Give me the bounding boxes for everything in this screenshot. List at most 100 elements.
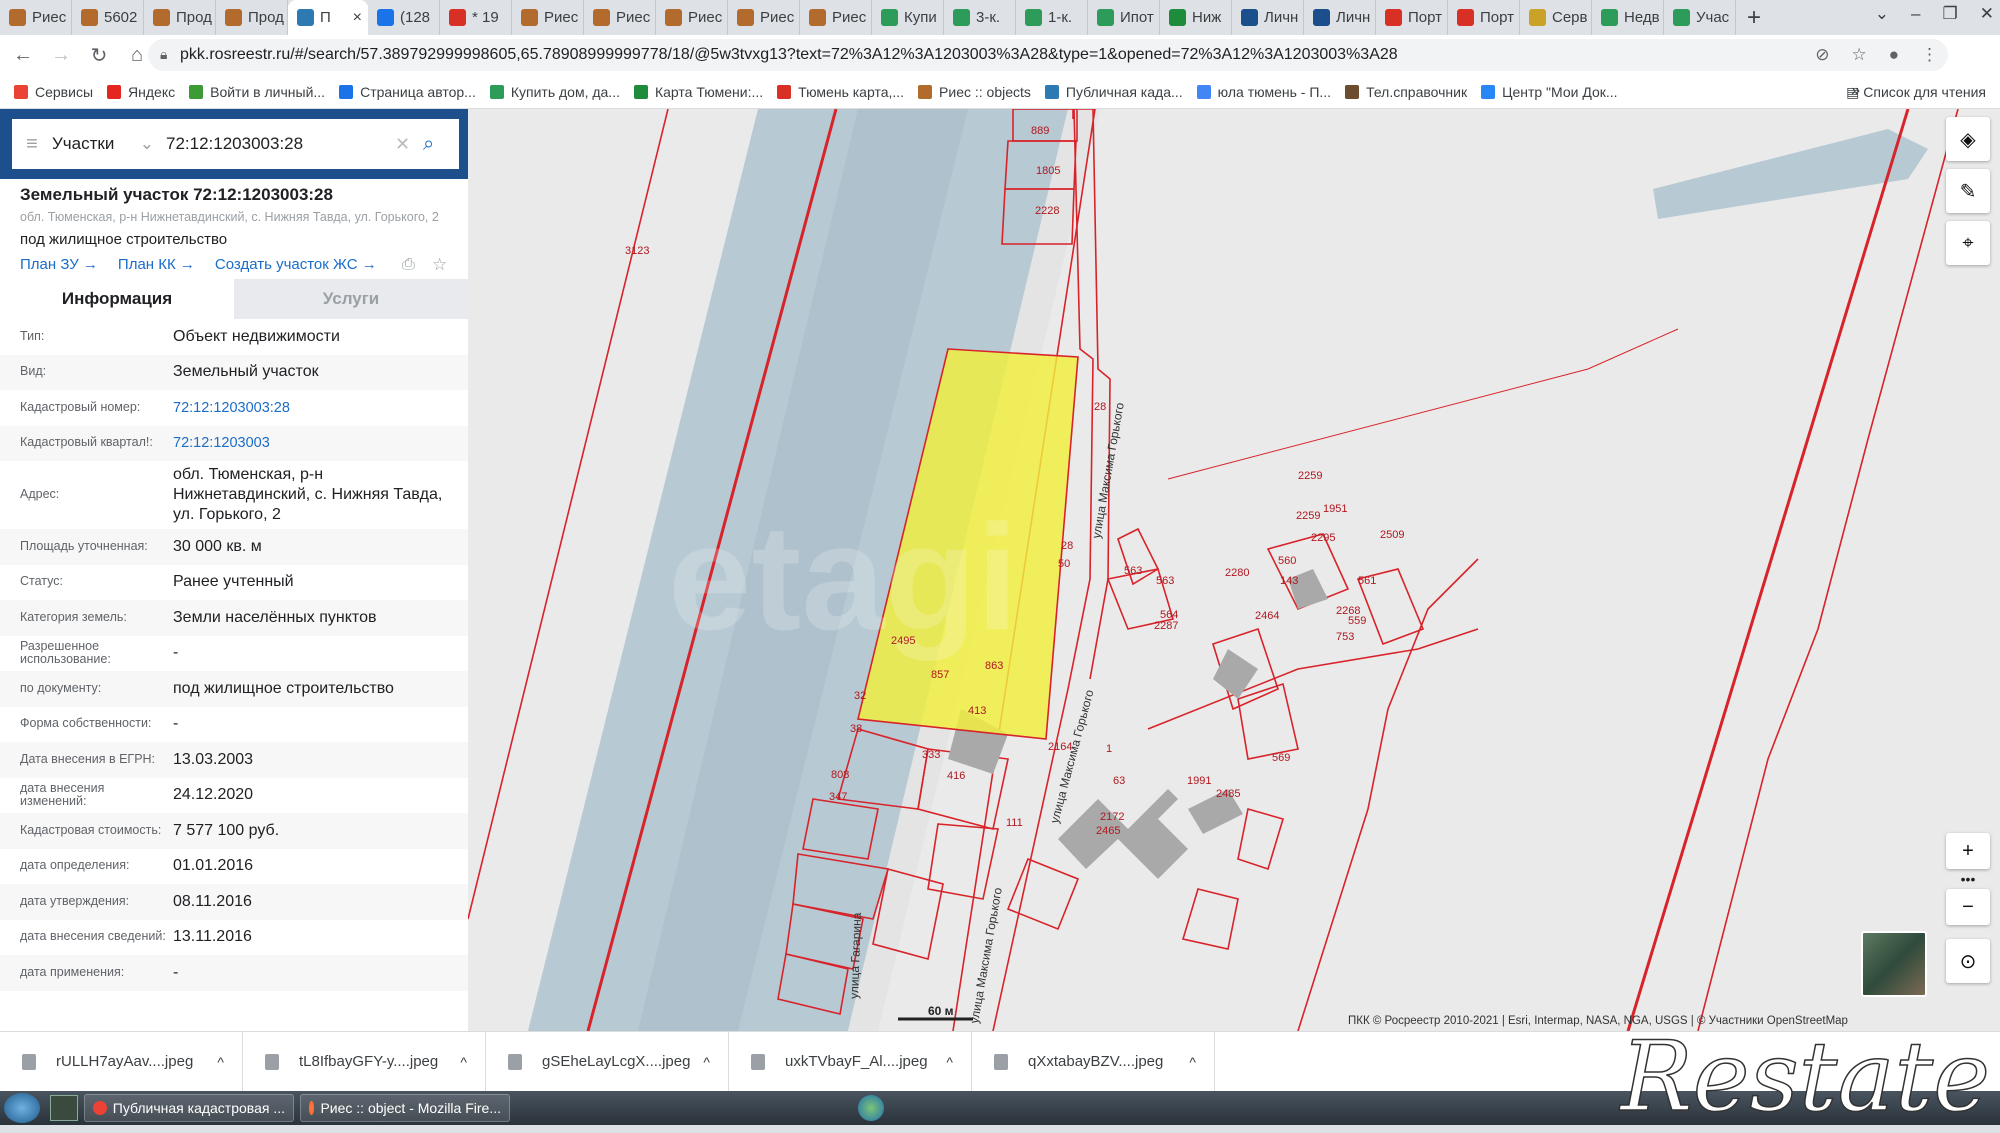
zoom-in-button[interactable]: + — [1946, 833, 1990, 869]
start-button-icon[interactable] — [4, 1093, 40, 1123]
reading-list[interactable]: ▤ Список для чтения — [1846, 84, 1986, 101]
search-icon[interactable]: ⌕ — [423, 133, 459, 156]
plan-kk-link[interactable]: План КК → — [118, 256, 195, 273]
chevron-up-icon[interactable]: ^ — [1189, 1054, 1196, 1070]
boundary-line-far-east — [1698, 109, 1958, 1031]
bookmark-item[interactable]: Карта Тюмени:... — [634, 84, 763, 100]
close-icon[interactable]: × — [353, 9, 362, 27]
minimize-icon[interactable]: – — [1911, 4, 1920, 24]
browser-tab[interactable]: Риес — [0, 0, 72, 35]
browser-tab[interactable]: Серв — [1520, 0, 1592, 35]
browser-tab[interactable]: Личн — [1304, 0, 1376, 35]
bookmark-item[interactable]: Страница автор... — [339, 84, 476, 100]
browser-tab[interactable]: Прод — [216, 0, 288, 35]
eye-off-icon[interactable]: ⊘ — [1815, 45, 1829, 65]
download-item[interactable]: uxkTVbayF_Al....jpeg^ — [729, 1032, 972, 1092]
create-parcel-link[interactable]: Создать участок ЖС → — [215, 256, 377, 273]
browser-tab[interactable]: Купи — [872, 0, 944, 35]
category-select[interactable]: Участки ⌄ — [52, 134, 162, 154]
browser-tab[interactable]: Личн — [1232, 0, 1304, 35]
browser-tab[interactable]: Риес — [656, 0, 728, 35]
browser-tab[interactable]: Риес — [584, 0, 656, 35]
browser-tab[interactable]: 5602 — [72, 0, 144, 35]
bookmark-label: Тюмень карта,... — [798, 84, 904, 100]
address-bar[interactable]: 🔒︎ pkk.rosreestr.ru/#/search/57.38979299… — [148, 39, 1948, 71]
browser-tab[interactable]: Риес — [800, 0, 872, 35]
search-input[interactable]: 72:12:1203003:28 — [162, 134, 395, 154]
hamburger-icon[interactable]: ≡ — [12, 133, 52, 156]
browser-tab[interactable]: Недв — [1592, 0, 1664, 35]
attribute-row: Дата внесения в ЕГРН:13.03.2003 — [0, 742, 468, 778]
compass-button[interactable]: ⊙ — [1946, 939, 1990, 983]
new-tab-button[interactable]: + — [1736, 4, 1772, 32]
bookmark-item[interactable]: юла тюмень - П... — [1197, 84, 1331, 100]
tab-search-icon[interactable]: ⌄ — [1875, 4, 1889, 24]
chevron-up-icon[interactable]: ^ — [217, 1054, 224, 1070]
browser-tab[interactable]: (128 — [368, 0, 440, 35]
browser-tab[interactable]: Прод — [144, 0, 216, 35]
download-item[interactable]: rULLH7ayAav....jpeg^ — [0, 1032, 243, 1092]
clear-icon[interactable]: ✕ — [395, 134, 423, 155]
zoom-more-icon[interactable]: ••• — [1946, 871, 1990, 887]
chevron-up-icon[interactable]: ^ — [703, 1054, 710, 1070]
bookmark-item[interactable]: Яндекс — [107, 84, 175, 100]
satellite-thumbnail[interactable] — [1861, 931, 1927, 997]
back-icon[interactable]: ← — [8, 44, 38, 67]
download-item[interactable]: gSEheLayLcgX....jpeg^ — [486, 1032, 729, 1092]
browser-tab[interactable]: Порт — [1448, 0, 1520, 35]
download-item[interactable]: qXxtabayBZV....jpeg^ — [972, 1032, 1215, 1092]
taskbar-window-button[interactable]: Публичная кадастровая ... — [84, 1094, 294, 1122]
tab-favicon — [881, 9, 898, 26]
bookmark-item[interactable]: Тел.справочник — [1345, 84, 1467, 100]
bookmark-item[interactable]: Публичная када... — [1045, 84, 1183, 100]
print-icon[interactable]: ⎙ — [402, 256, 415, 274]
browser-tab[interactable]: П× — [288, 0, 368, 35]
tab-information[interactable]: Информация — [0, 279, 234, 319]
bookmark-item[interactable]: Тюмень карта,... — [777, 84, 904, 100]
parcel-number-label: 63 — [1113, 775, 1125, 787]
download-item[interactable]: tL8IfbayGFY-y....jpeg^ — [243, 1032, 486, 1092]
browser-tab[interactable]: * 19 — [440, 0, 512, 35]
profile-icon[interactable]: ● — [1889, 45, 1899, 65]
bookmark-item[interactable]: Центр "Мои Док... — [1481, 84, 1617, 100]
browser-tab[interactable]: Риес — [512, 0, 584, 35]
map-canvas[interactable]: etagi 8891805222831232828563563564228750… — [468, 109, 2000, 1031]
ruler-button[interactable]: ✎ — [1946, 169, 1990, 213]
bookmark-item[interactable]: Риес :: objects — [918, 84, 1031, 100]
attribute-value[interactable]: 72:12:1203003 — [173, 434, 468, 452]
bookmark-item[interactable]: Войти в личный... — [189, 84, 325, 100]
map-view[interactable]: etagi 8891805222831232828563563564228750… — [468, 109, 2000, 1031]
zoom-out-button[interactable]: − — [1946, 889, 1990, 925]
attribute-value[interactable]: 72:12:1203003:28 — [173, 399, 468, 417]
browser-tab[interactable]: Риес — [728, 0, 800, 35]
chevron-up-icon[interactable]: ^ — [460, 1054, 467, 1070]
favorite-star-icon[interactable]: ☆ — [432, 255, 447, 275]
locate-button[interactable]: ⌖ — [1946, 221, 1990, 265]
bookmark-star-icon[interactable]: ☆ — [1851, 45, 1866, 65]
browser-tab[interactable]: 1-к. — [1016, 0, 1088, 35]
layers-button[interactable]: ◈ — [1946, 117, 1990, 161]
forward-icon[interactable]: → — [46, 44, 76, 67]
parcel-number-label: 3123 — [625, 245, 649, 257]
chevron-up-icon[interactable]: ^ — [946, 1054, 953, 1070]
bookmark-item[interactable]: Купить дом, да... — [490, 84, 620, 100]
close-window-icon[interactable]: ✕ — [1980, 4, 1994, 24]
browser-tab[interactable]: Ипот — [1088, 0, 1160, 35]
globe-icon[interactable] — [858, 1095, 884, 1121]
bookmark-item[interactable]: Сервисы — [14, 84, 93, 100]
tab-services[interactable]: Услуги — [234, 279, 468, 319]
attribute-value: 7 577 100 руб. — [173, 821, 468, 841]
attribute-row: Статус:Ранее учтенный — [0, 565, 468, 601]
taskbar-window-button[interactable]: Риес :: object - Mozilla Fire... — [300, 1094, 510, 1122]
reload-icon[interactable]: ↻ — [84, 43, 114, 68]
plan-zu-label: План ЗУ — [20, 256, 79, 273]
browser-tab[interactable]: Порт — [1376, 0, 1448, 35]
browser-tab[interactable]: Ниж — [1160, 0, 1232, 35]
restore-icon[interactable]: ❐ — [1943, 4, 1958, 24]
plan-zu-link[interactable]: План ЗУ → — [20, 256, 98, 273]
menu-icon[interactable]: ⋮ — [1921, 45, 1938, 65]
parcel-number-label: 2259 — [1298, 470, 1322, 482]
browser-tab[interactable]: Учас — [1664, 0, 1736, 35]
browser-tab[interactable]: 3-к. — [944, 0, 1016, 35]
calculator-icon[interactable] — [50, 1095, 78, 1121]
